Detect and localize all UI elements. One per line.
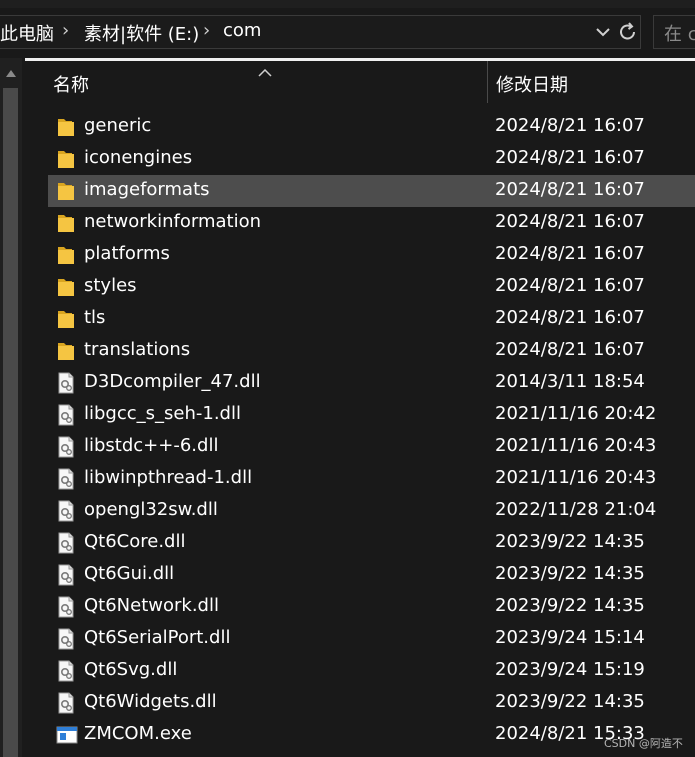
dll-file-icon [56,372,76,394]
file-date-modified: 2024/8/21 16:07 [495,179,645,200]
file-row[interactable]: ZMCOM.exe 2024/8/21 15:33 [48,719,695,751]
search-input[interactable]: 在 c [653,15,695,49]
folder-icon [56,276,76,298]
file-row[interactable]: libgcc_s_seh-1.dll 2021/11/16 20:42 [48,399,695,431]
file-name: Qt6Network.dll [84,595,219,616]
file-name: translations [84,339,191,360]
file-date-modified: 2024/8/21 16:07 [495,115,645,136]
file-name: iconengines [84,147,193,168]
refresh-icon[interactable] [617,18,639,46]
sort-ascending-icon [258,61,272,77]
navigation-pane[interactable] [0,58,22,757]
dll-file-icon [56,404,76,426]
dll-file-icon [56,596,76,618]
folder-icon [56,244,76,266]
dll-file-icon [56,436,76,458]
column-name-header[interactable]: 名称 [53,71,89,97]
dll-file-icon [56,500,76,522]
file-date-modified: 2023/9/24 15:14 [495,627,645,648]
file-name: Qt6Gui.dll [84,563,175,584]
file-row[interactable]: Qt6Widgets.dll 2023/9/22 14:35 [48,687,695,719]
breadcrumb-separator-icon[interactable]: › [62,20,69,41]
folder-icon [56,180,76,202]
file-name: platforms [84,243,170,264]
address-bar[interactable]: 此电脑 › 素材|软件 (E:) › com [0,15,641,49]
file-date-modified: 2024/8/21 16:07 [495,339,645,360]
file-name: Qt6Svg.dll [84,659,178,680]
breadcrumb-separator-icon[interactable]: › [203,20,210,41]
file-date-modified: 2023/9/24 15:19 [495,659,645,680]
breadcrumb-this-pc[interactable]: 此电脑 [0,20,54,46]
file-row[interactable]: Qt6Network.dll 2023/9/22 14:35 [48,591,695,623]
scroll-up-icon[interactable] [3,66,19,82]
file-row[interactable]: iconengines 2024/8/21 16:07 [48,143,695,175]
file-row[interactable]: libwinpthread-1.dll 2021/11/16 20:43 [48,463,695,495]
dll-file-icon [56,564,76,586]
dll-file-icon [56,532,76,554]
breadcrumb-drive-e[interactable]: 素材|软件 (E:) [84,20,199,46]
search-placeholder: 在 c [664,24,695,45]
file-row[interactable]: translations 2024/8/21 16:07 [48,335,695,367]
file-date-modified: 2024/8/21 16:07 [495,147,645,168]
file-date-modified: 2014/3/11 18:54 [495,371,645,392]
file-name: generic [84,115,152,136]
file-date-modified: 2023/9/22 14:35 [495,563,645,584]
application-icon [56,724,78,746]
file-name: ZMCOM.exe [84,723,192,744]
file-name: D3Dcompiler_47.dll [84,371,261,392]
folder-icon [56,212,76,234]
file-date-modified: 2021/11/16 20:43 [495,435,657,456]
file-row[interactable]: Qt6Core.dll 2023/9/22 14:35 [48,527,695,559]
file-name: Qt6Core.dll [84,531,186,552]
file-name: tls [84,307,106,328]
file-date-modified: 2023/9/22 14:35 [495,691,645,712]
column-separator[interactable] [487,61,488,103]
file-row[interactable]: opengl32sw.dll 2022/11/28 21:04 [48,495,695,527]
title-strip [0,0,695,8]
file-date-modified: 2024/8/21 16:07 [495,275,645,296]
file-row[interactable]: libstdc++-6.dll 2021/11/16 20:43 [48,431,695,463]
chevron-down-icon[interactable] [593,18,613,46]
file-row[interactable]: Qt6Gui.dll 2023/9/22 14:35 [48,559,695,591]
file-name: libgcc_s_seh-1.dll [84,403,241,424]
folder-icon [56,116,76,138]
dll-file-icon [56,692,76,714]
folder-icon [56,148,76,170]
file-name: imageformats [84,179,210,200]
file-row[interactable]: Qt6SerialPort.dll 2023/9/24 15:14 [48,623,695,655]
scrollbar-thumb[interactable] [3,88,18,757]
file-date-modified: 2024/8/21 16:07 [495,211,645,232]
file-row[interactable]: generic 2024/8/21 16:07 [48,111,695,143]
file-row[interactable]: platforms 2024/8/21 16:07 [48,239,695,271]
file-name: networkinformation [84,211,261,232]
file-name: styles [84,275,137,296]
folder-icon [56,308,76,330]
file-date-modified: 2021/11/16 20:43 [495,467,657,488]
file-row[interactable]: tls 2024/8/21 16:07 [48,303,695,335]
file-date-modified: 2023/9/22 14:35 [495,531,645,552]
file-row[interactable]: styles 2024/8/21 16:07 [48,271,695,303]
watermark: CSDN @阿造不 [604,737,683,750]
file-name: Qt6SerialPort.dll [84,627,231,648]
file-date-modified: 2024/8/21 16:07 [495,307,645,328]
file-date-modified: 2022/11/28 21:04 [495,499,657,520]
file-row[interactable]: D3Dcompiler_47.dll 2014/3/11 18:54 [48,367,695,399]
dll-file-icon [56,628,76,650]
file-row[interactable]: imageformats 2024/8/21 16:07 [48,175,695,207]
dll-file-icon [56,660,76,682]
file-date-modified: 2021/11/16 20:42 [495,403,657,424]
file-row[interactable]: networkinformation 2024/8/21 16:07 [48,207,695,239]
file-name: opengl32sw.dll [84,499,218,520]
file-name: libstdc++-6.dll [84,435,219,456]
folder-icon [56,340,76,362]
column-header: 名称 修改日期 [22,61,695,103]
column-date-header[interactable]: 修改日期 [496,71,568,97]
breadcrumb-com[interactable]: com [223,20,261,41]
dll-file-icon [56,468,76,490]
file-name: Qt6Widgets.dll [84,691,217,712]
file-row[interactable]: Qt6Svg.dll 2023/9/24 15:19 [48,655,695,687]
file-name: libwinpthread-1.dll [84,467,253,488]
file-date-modified: 2023/9/22 14:35 [495,595,645,616]
file-date-modified: 2024/8/21 16:07 [495,243,645,264]
